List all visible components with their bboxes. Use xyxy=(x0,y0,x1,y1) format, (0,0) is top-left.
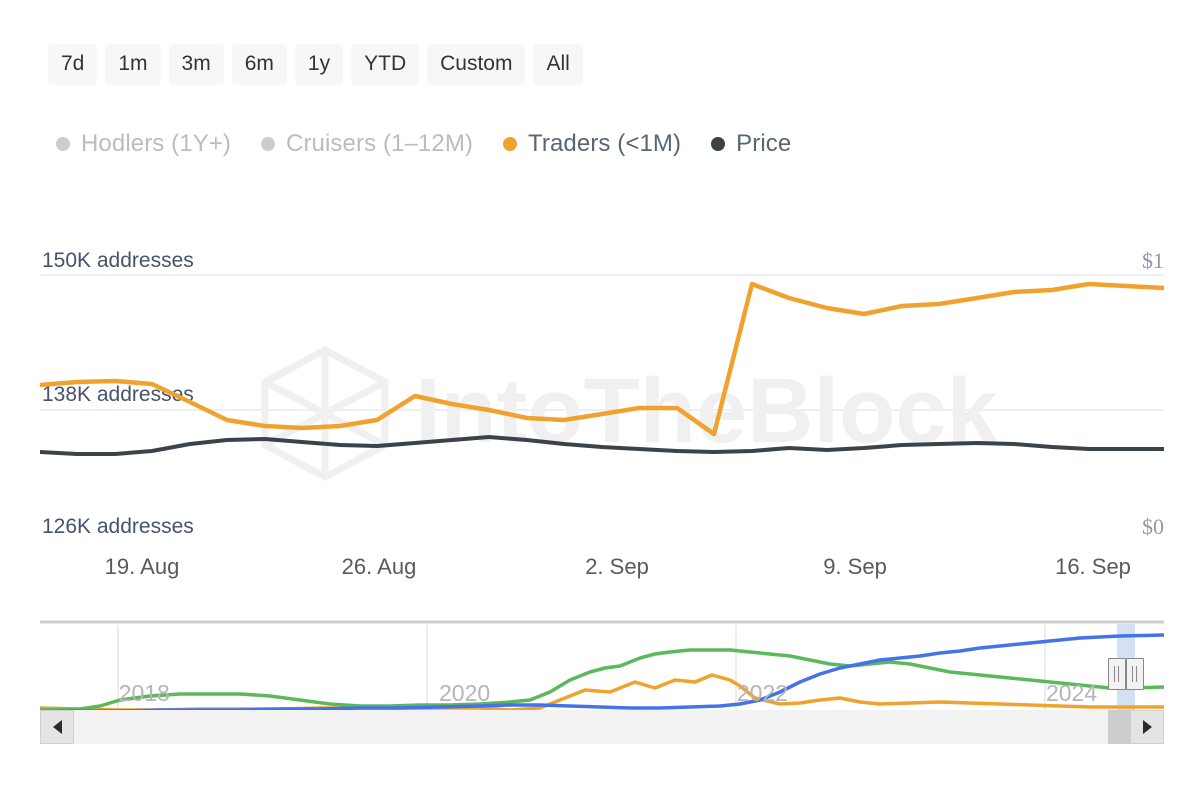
legend-dot-icon xyxy=(503,137,517,151)
plot-svg: IntoTheBlock xyxy=(40,230,1164,560)
scrollbar-right-button[interactable] xyxy=(1130,710,1164,744)
navigator-svg xyxy=(40,620,1164,715)
range-button-custom[interactable]: Custom xyxy=(427,44,525,85)
legend-item-label: Price xyxy=(736,132,791,156)
legend-item-2[interactable]: Traders (<1M) xyxy=(503,132,681,156)
x-axis-tick: 19. Aug xyxy=(105,556,180,578)
x-axis-tick: 9. Sep xyxy=(823,556,887,578)
scrollbar-thumb[interactable] xyxy=(1108,710,1130,744)
navigator[interactable]: 2018 2020 2022 2024 xyxy=(40,620,1164,715)
x-axis-tick: 16. Sep xyxy=(1055,556,1131,578)
arrow-left-icon xyxy=(53,720,62,734)
main-chart: 150K addresses 138K addresses 126K addre… xyxy=(0,230,1200,560)
arrow-right-icon xyxy=(1143,720,1152,734)
legend-item-3[interactable]: Price xyxy=(711,132,791,156)
navigator-year-label: 2022 xyxy=(737,682,788,705)
legend-dot-icon xyxy=(261,137,275,151)
legend-item-label: Traders (<1M) xyxy=(528,132,681,156)
chart-widget: 7d1m3m6m1yYTDCustomAll Hodlers (1Y+) Crui… xyxy=(0,0,1200,800)
scrollbar[interactable] xyxy=(40,710,1164,744)
navigator-handle-left[interactable] xyxy=(1108,658,1126,690)
series-line-traders xyxy=(40,284,1164,434)
scrollbar-left-button[interactable] xyxy=(40,710,74,744)
legend-item-1[interactable]: Cruisers (1–12M) xyxy=(261,132,473,156)
x-axis-tick: 2. Sep xyxy=(585,556,649,578)
navigator-year-label: 2018 xyxy=(119,682,170,705)
navigator-year-label: 2024 xyxy=(1046,682,1097,705)
range-button-1m[interactable]: 1m xyxy=(105,44,160,85)
legend-dot-icon xyxy=(56,137,70,151)
navigator-handle-right[interactable] xyxy=(1126,658,1144,690)
x-axis-tick: 26. Aug xyxy=(342,556,417,578)
navigator-line-cruisers xyxy=(40,650,1164,710)
range-button-1y[interactable]: 1y xyxy=(295,44,343,85)
range-button-3m[interactable]: 3m xyxy=(169,44,224,85)
range-button-all[interactable]: All xyxy=(533,44,582,85)
plot-area[interactable]: IntoTheBlock xyxy=(40,230,1164,560)
hexagon-logo-icon xyxy=(265,350,385,477)
scrollbar-track[interactable] xyxy=(40,710,1164,744)
legend-item-0[interactable]: Hodlers (1Y+) xyxy=(56,132,231,156)
legend-dot-icon xyxy=(711,137,725,151)
legend-item-label: Cruisers (1–12M) xyxy=(286,132,473,156)
range-button-ytd[interactable]: YTD xyxy=(351,44,419,85)
x-axis: 19. Aug 26. Aug 2. Sep 9. Sep 16. Sep xyxy=(0,556,1200,586)
range-button-6m[interactable]: 6m xyxy=(232,44,287,85)
range-button-7d[interactable]: 7d xyxy=(48,44,97,85)
range-selector: 7d1m3m6m1yYTDCustomAll xyxy=(48,44,583,85)
navigator-line-hodlers xyxy=(40,635,1164,712)
legend-item-label: Hodlers (1Y+) xyxy=(81,132,231,156)
chart-legend: Hodlers (1Y+) Cruisers (1–12M) Traders (<1… xyxy=(56,132,791,156)
intotheblock-watermark: IntoTheBlock xyxy=(265,350,999,477)
series-line-price xyxy=(40,437,1164,454)
navigator-year-label: 2020 xyxy=(439,682,490,705)
